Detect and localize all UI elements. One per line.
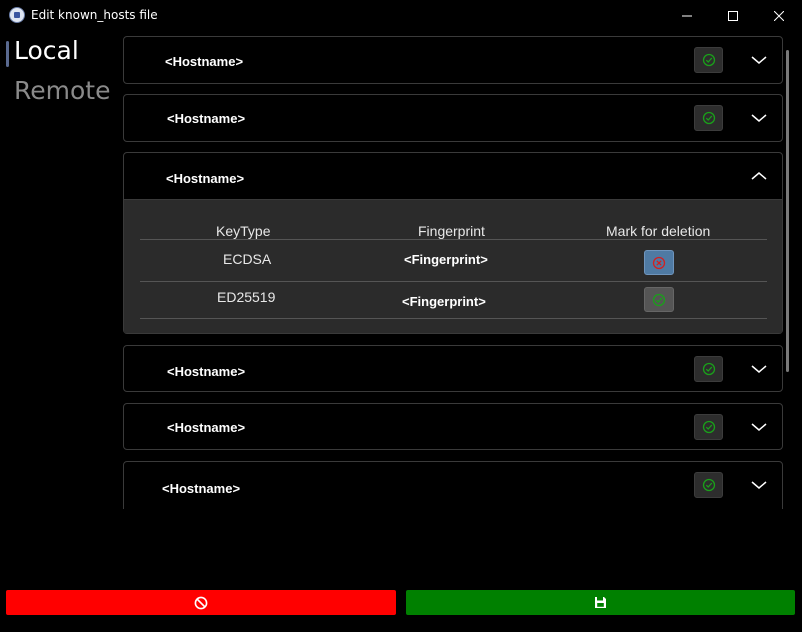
hostname-label: <Hostname>: [162, 481, 241, 496]
hostname-label: <Hostname>: [166, 171, 245, 186]
host-panel-expanded[interactable]: <Hostname> KeyType Fingerprint Mark for …: [123, 152, 783, 334]
keep-host-button[interactable]: [694, 414, 723, 440]
maximize-icon: [728, 11, 738, 21]
chevron-down-icon[interactable]: [750, 421, 768, 433]
key-type-cell: ECDSA: [223, 251, 272, 267]
save-button[interactable]: [406, 590, 795, 615]
divider: [140, 318, 767, 319]
ban-icon: [194, 596, 208, 609]
hostname-label: <Hostname>: [167, 111, 246, 126]
close-button[interactable]: [756, 0, 802, 32]
nav-item-remote[interactable]: Remote: [14, 76, 110, 105]
keep-host-button[interactable]: [694, 356, 723, 382]
app-icon: [9, 7, 25, 23]
column-header-mark-for-deletion: Mark for deletion: [606, 223, 711, 239]
chevron-down-icon[interactable]: [750, 479, 768, 491]
key-table: KeyType Fingerprint Mark for deletion EC…: [124, 199, 782, 333]
column-header-fingerprint: Fingerprint: [418, 223, 485, 239]
window-title: Edit known_hosts file: [31, 8, 158, 22]
check-circle-icon: [702, 53, 715, 67]
nav-item-local[interactable]: Local: [14, 36, 79, 65]
column-header-keytype: KeyType: [216, 223, 271, 239]
check-circle-icon: [702, 362, 715, 376]
check-circle-icon: [652, 293, 666, 306]
fingerprint-cell: <Fingerprint>: [402, 294, 486, 309]
minimize-icon: [682, 15, 692, 17]
check-circle-icon: [702, 478, 715, 492]
chevron-down-icon[interactable]: [750, 54, 768, 66]
divider: [140, 239, 767, 240]
selection-indicator: [6, 41, 9, 67]
check-circle-icon: [702, 420, 715, 434]
panel-clip: <Hostname>: [123, 461, 783, 509]
chevron-down-icon[interactable]: [750, 363, 768, 375]
mark-for-deletion-button[interactable]: [644, 250, 674, 275]
fingerprint-cell: <Fingerprint>: [404, 252, 488, 267]
host-panel[interactable]: <Hostname>: [123, 345, 783, 392]
maximize-button[interactable]: [710, 0, 756, 32]
keep-host-button[interactable]: [694, 105, 723, 131]
hostname-label: <Hostname>: [165, 54, 244, 69]
key-type-cell: ED25519: [217, 289, 276, 305]
minimize-button[interactable]: [664, 0, 710, 32]
title-bar: Edit known_hosts file: [0, 0, 802, 32]
scrollbar[interactable]: [786, 50, 789, 372]
chevron-down-icon[interactable]: [750, 112, 768, 124]
mark-for-deletion-button[interactable]: [644, 287, 674, 312]
keep-host-button[interactable]: [694, 47, 723, 73]
x-circle-icon: [652, 256, 666, 269]
host-panel[interactable]: <Hostname>: [123, 403, 783, 450]
keep-host-button[interactable]: [694, 472, 723, 498]
hostname-label: <Hostname>: [167, 420, 246, 435]
close-icon: [774, 11, 784, 21]
divider: [140, 281, 767, 282]
save-icon: [595, 597, 606, 608]
hostname-label: <Hostname>: [167, 364, 246, 379]
cancel-button[interactable]: [6, 590, 396, 615]
host-panel[interactable]: <Hostname>: [123, 94, 783, 142]
check-circle-icon: [702, 111, 715, 125]
host-panel[interactable]: <Hostname>: [123, 461, 783, 509]
host-panel[interactable]: <Hostname>: [123, 36, 783, 84]
chevron-up-icon[interactable]: [750, 170, 768, 182]
